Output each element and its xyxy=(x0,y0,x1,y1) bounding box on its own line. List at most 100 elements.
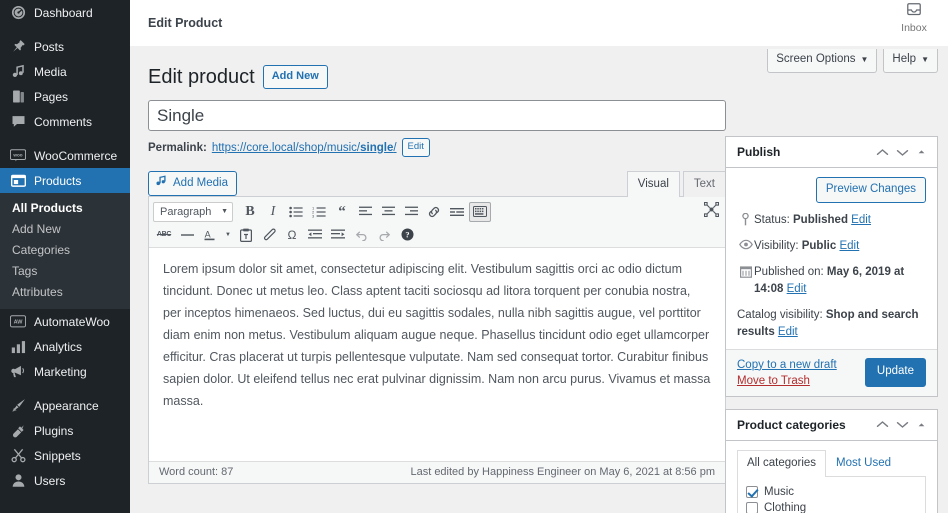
visibility-label: Visibility: xyxy=(754,240,799,253)
permalink-link[interactable]: https://core.local/shop/music/single/ xyxy=(212,142,397,154)
preview-changes-button[interactable]: Preview Changes xyxy=(815,177,926,204)
chevron-down-icon[interactable] xyxy=(896,420,909,429)
sidebar-item-automatewoo[interactable]: AW AutomateWoo xyxy=(0,309,130,334)
bold-icon[interactable]: B xyxy=(239,202,261,222)
sidebar-item-label: Plugins xyxy=(34,423,74,438)
sidebar-item-analytics[interactable]: Analytics xyxy=(0,334,130,359)
italic-icon[interactable]: I xyxy=(262,202,284,222)
tab-visual[interactable]: Visual xyxy=(626,171,680,199)
sidebar-item-marketing[interactable]: Marketing xyxy=(0,359,130,384)
catalog-visibility-label: Catalog visibility: xyxy=(737,309,823,322)
submenu-item-attributes[interactable]: Attributes xyxy=(0,282,130,303)
preview-row: Preview Changes xyxy=(737,177,926,204)
submenu-item-all-products[interactable]: All Products xyxy=(0,198,130,219)
visibility-row: Visibility: Public Edit xyxy=(737,238,926,255)
chart-bars-icon xyxy=(8,337,28,357)
align-center-icon[interactable] xyxy=(377,202,399,222)
keyboard-shortcuts-icon[interactable]: ? xyxy=(396,225,418,245)
increase-indent-icon[interactable] xyxy=(327,225,349,245)
chevron-up-icon[interactable] xyxy=(876,148,889,157)
side-column: Publish Preview Changes Status: Publishe… xyxy=(725,136,938,513)
numbered-list-icon[interactable]: 123 xyxy=(308,202,330,222)
catalog-visibility-row: Catalog visibility: Shop and search resu… xyxy=(737,307,926,341)
undo-icon[interactable] xyxy=(350,225,372,245)
redo-icon[interactable] xyxy=(373,225,395,245)
submenu-item-tags[interactable]: Tags xyxy=(0,261,130,282)
add-media-button[interactable]: Add Media xyxy=(148,171,237,197)
edit-permalink-button[interactable]: Edit xyxy=(401,138,430,158)
toggle-panel-icon[interactable] xyxy=(916,148,927,156)
editor-toolbar-row-2: ABC A ▼ Ω ? xyxy=(153,223,723,246)
clear-formatting-icon[interactable] xyxy=(258,225,280,245)
sidebar-item-users[interactable]: Users xyxy=(0,468,130,493)
dashboard-icon xyxy=(8,3,28,23)
align-right-icon[interactable] xyxy=(400,202,422,222)
add-new-button[interactable]: Add New xyxy=(262,65,328,89)
strikethrough-icon[interactable]: ABC xyxy=(153,225,175,245)
sidebar-item-label: Posts xyxy=(34,39,65,54)
sidebar-item-woocommerce[interactable]: woo WooCommerce xyxy=(0,143,130,168)
editor-content-area[interactable]: Lorem ipsum dolor sit amet, consectetur … xyxy=(149,248,725,461)
sidebar-item-snippets[interactable]: Snippets xyxy=(0,443,130,468)
sidebar-item-label: Media xyxy=(34,64,67,79)
chevron-up-icon[interactable] xyxy=(876,420,889,429)
blockquote-icon[interactable]: “ xyxy=(331,202,353,222)
tab-all-categories[interactable]: All categories xyxy=(737,449,827,477)
submenu-item-add-new[interactable]: Add New xyxy=(0,219,130,240)
decrease-indent-icon[interactable] xyxy=(304,225,326,245)
edit-catalog-visibility-link[interactable]: Edit xyxy=(778,326,798,338)
category-checkbox[interactable] xyxy=(746,485,758,498)
tab-most-used[interactable]: Most Used xyxy=(826,450,901,476)
bulleted-list-icon[interactable] xyxy=(285,202,307,222)
media-add-icon xyxy=(155,174,168,192)
tab-text[interactable]: Text xyxy=(682,171,726,198)
product-title-input[interactable] xyxy=(148,100,726,131)
copy-to-new-draft-link[interactable]: Copy to a new draft xyxy=(737,359,837,371)
admin-bar-title: Edit Product xyxy=(148,15,223,30)
sidebar-item-plugins[interactable]: Plugins xyxy=(0,418,130,443)
screen-options-button[interactable]: Screen Options ▼ xyxy=(767,49,878,73)
paste-as-text-icon[interactable] xyxy=(235,225,257,245)
fullscreen-icon[interactable] xyxy=(703,202,720,220)
editor-top-row: Add Media Visual Text xyxy=(148,169,726,199)
sidebar-item-pages[interactable]: Pages xyxy=(0,84,130,109)
tinymce-editor: Paragraph ▼ B I 123 “ ABC A ▼ Ω ? Lorem … xyxy=(148,196,726,485)
special-character-icon[interactable]: Ω xyxy=(281,225,303,245)
sidebar-item-products[interactable]: Products xyxy=(0,168,130,193)
text-color-icon[interactable]: A xyxy=(199,225,221,245)
svg-text:?: ? xyxy=(405,231,409,240)
help-button[interactable]: Help ▼ xyxy=(883,49,938,73)
toolbar-toggle-icon[interactable] xyxy=(469,201,491,222)
calendar-icon xyxy=(737,264,754,279)
category-checkbox[interactable] xyxy=(746,501,758,513)
toggle-panel-icon[interactable] xyxy=(916,421,927,429)
text-color-caret-icon[interactable]: ▼ xyxy=(222,225,234,245)
categories-box-title: Product categories xyxy=(737,417,846,432)
align-left-icon[interactable] xyxy=(354,202,376,222)
submenu-item-categories[interactable]: Categories xyxy=(0,240,130,261)
update-button[interactable]: Update xyxy=(864,358,926,387)
inbox-button[interactable]: Inbox xyxy=(890,2,938,34)
move-to-trash-link[interactable]: Move to Trash xyxy=(737,375,837,387)
category-item[interactable]: Clothing xyxy=(746,500,917,513)
sidebar-item-posts[interactable]: Posts xyxy=(0,34,130,59)
sidebar-item-label: Appearance xyxy=(34,398,99,413)
sidebar-item-comments[interactable]: Comments xyxy=(0,109,130,134)
horizontal-rule-icon[interactable] xyxy=(176,225,198,245)
category-item[interactable]: Music xyxy=(746,484,917,500)
insert-link-icon[interactable] xyxy=(423,202,445,222)
publish-box-header: Publish xyxy=(726,137,937,168)
scissors-icon xyxy=(8,446,28,466)
svg-text:woo: woo xyxy=(12,152,22,157)
edit-status-link[interactable]: Edit xyxy=(851,214,871,226)
sidebar-item-media[interactable]: Media xyxy=(0,59,130,84)
edit-visibility-link[interactable]: Edit xyxy=(839,240,859,252)
edit-published-on-link[interactable]: Edit xyxy=(787,283,807,295)
categories-checklist[interactable]: MusicClothingAccessoriesTshirtslong-slee… xyxy=(737,476,926,513)
read-more-icon[interactable] xyxy=(446,202,468,222)
eye-icon xyxy=(737,238,754,250)
paragraph-format-select[interactable]: Paragraph ▼ xyxy=(153,201,233,222)
sidebar-item-dashboard[interactable]: Dashboard xyxy=(0,0,130,25)
chevron-down-icon[interactable] xyxy=(896,148,909,157)
sidebar-item-appearance[interactable]: Appearance xyxy=(0,393,130,418)
